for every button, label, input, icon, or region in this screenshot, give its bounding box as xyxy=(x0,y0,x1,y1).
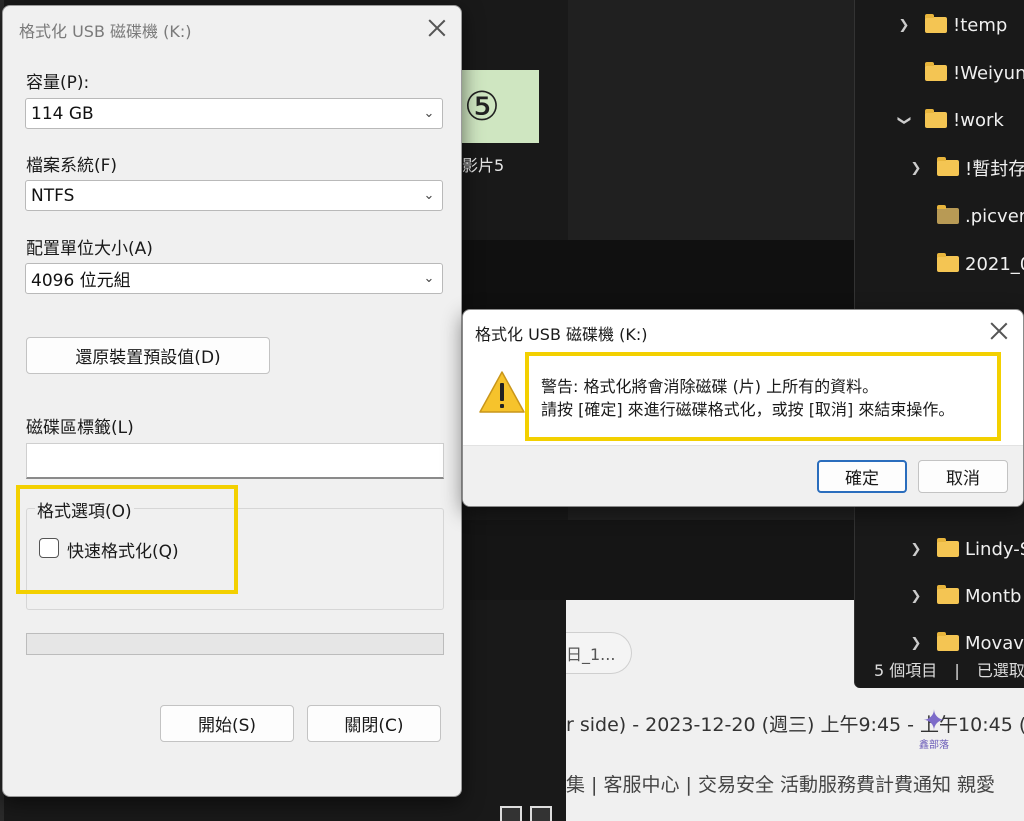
volume-label-label: 磁碟區標籤(L) xyxy=(26,418,134,438)
tree-item-movav[interactable]: ❯ Movav xyxy=(907,630,1024,656)
chevron-right-icon[interactable]: ❯ xyxy=(907,542,925,557)
tree-item-temp[interactable]: ❯ !temp xyxy=(895,12,1007,38)
tree-item-montb[interactable]: ❯ Montb xyxy=(907,583,1021,609)
close-icon[interactable] xyxy=(989,321,1009,341)
warning-dialog-footer: 確定 取消 xyxy=(463,445,1023,506)
star-icon: ✦ xyxy=(922,704,946,737)
allocation-value: 4096 位元組 xyxy=(31,271,131,291)
start-button[interactable]: 開始(S) xyxy=(160,705,294,742)
selected-count: 已選取 xyxy=(976,661,1024,680)
folder-icon xyxy=(925,109,947,128)
background-band-lower xyxy=(462,520,854,600)
close-icon[interactable] xyxy=(427,18,447,38)
restore-defaults-button[interactable]: 還原裝置預設值(D) xyxy=(26,337,270,374)
chevron-right-icon[interactable]: ❯ xyxy=(895,18,913,33)
tree-item-work[interactable]: ❯ !work xyxy=(895,107,1004,133)
filter-chip[interactable]: 日_1... xyxy=(566,632,632,674)
tree-item-label: !Weiyun xyxy=(953,62,1024,84)
volume-label-input[interactable] xyxy=(26,443,444,479)
explorer-status-bar: 5 個項目 | 已選取 xyxy=(874,661,1024,680)
chevron-right-icon[interactable]: ❯ xyxy=(907,589,925,604)
folder-icon xyxy=(925,62,947,81)
dialog-title: 格式化 USB 磁碟機 (K:) xyxy=(19,22,192,41)
capacity-select[interactable]: 114 GB ⌄ xyxy=(25,98,443,129)
folder-icon xyxy=(937,253,959,272)
format-progress-bar xyxy=(26,633,444,655)
thumbnail-number: ⑤ xyxy=(464,83,500,130)
highlight-box xyxy=(525,352,1001,441)
chevron-down-icon: ⌄ xyxy=(423,271,435,286)
tree-item-label: Montb xyxy=(965,585,1022,607)
filesystem-select[interactable]: NTFS ⌄ xyxy=(25,180,443,211)
background-band xyxy=(462,240,854,316)
folder-icon xyxy=(937,632,959,651)
window-icon[interactable] xyxy=(530,806,552,821)
tree-item-label: !暫封存 xyxy=(965,159,1024,180)
tree-item-label: Movav xyxy=(965,632,1024,654)
capacity-value: 114 GB xyxy=(31,103,94,124)
folder-icon xyxy=(925,14,947,33)
tree-item-2021[interactable]: 2021_0 xyxy=(937,251,1024,277)
taskbar-icons xyxy=(500,806,552,821)
format-dialog: 格式化 USB 磁碟機 (K:) 容量(P): 114 GB ⌄ 檔案系統(F)… xyxy=(2,5,462,797)
tree-item-weiyun[interactable]: !Weiyun xyxy=(899,60,1024,86)
filesystem-value: NTFS xyxy=(31,185,75,206)
tree-item-picver[interactable]: .picver xyxy=(937,203,1024,229)
folder-icon xyxy=(937,585,959,604)
tree-item-label: 2021_0 xyxy=(965,253,1024,275)
chevron-down-icon[interactable]: ❯ xyxy=(897,111,912,129)
video-thumbnail[interactable]: ⑤ xyxy=(462,70,539,143)
event-time-text: r side) - 2023-12-20 (週三) 上午9:45 - 上午10:… xyxy=(566,714,1024,736)
watermark-logo: ✦ 鑫部落 xyxy=(914,706,954,756)
tree-item-label: !temp xyxy=(953,14,1008,36)
chevron-down-icon: ⌄ xyxy=(423,106,435,121)
warning-dialog-title: 格式化 USB 磁碟機 (K:) xyxy=(475,325,648,344)
tree-item-label: !work xyxy=(953,109,1004,131)
chevron-right-icon[interactable]: ❯ xyxy=(907,161,925,176)
tree-item-archive[interactable]: ❯ !暫封存 xyxy=(907,155,1024,181)
filesystem-label: 檔案系統(F) xyxy=(26,156,118,176)
item-count: 5 個項目 xyxy=(874,661,938,680)
warning-icon xyxy=(479,371,525,413)
tree-item-label: Lindy-S xyxy=(965,538,1024,560)
tree-item-label: .picver xyxy=(965,205,1024,227)
tree-item-lindy[interactable]: ❯ Lindy-S xyxy=(907,536,1024,562)
window-icon[interactable] xyxy=(500,806,522,821)
thumbnail-caption: 影片5 xyxy=(462,156,505,175)
highlight-box xyxy=(16,485,238,594)
watermark-text: 鑫部落 xyxy=(919,740,949,751)
cancel-button[interactable]: 取消 xyxy=(918,460,1008,493)
ok-button[interactable]: 確定 xyxy=(817,460,907,493)
close-button[interactable]: 關閉(C) xyxy=(307,705,441,742)
footer-links: 集 | 客服中心 | 交易安全 活動服務費計費通知 親愛 xyxy=(566,774,996,796)
allocation-select[interactable]: 4096 位元組 ⌄ xyxy=(25,263,443,294)
folder-icon xyxy=(937,205,959,224)
capacity-label: 容量(P): xyxy=(26,73,90,93)
folder-icon xyxy=(937,538,959,557)
chevron-right-icon[interactable]: ❯ xyxy=(907,636,925,651)
allocation-label: 配置單位大小(A) xyxy=(26,239,153,259)
chevron-down-icon: ⌄ xyxy=(423,188,435,203)
folder-icon xyxy=(937,157,959,176)
